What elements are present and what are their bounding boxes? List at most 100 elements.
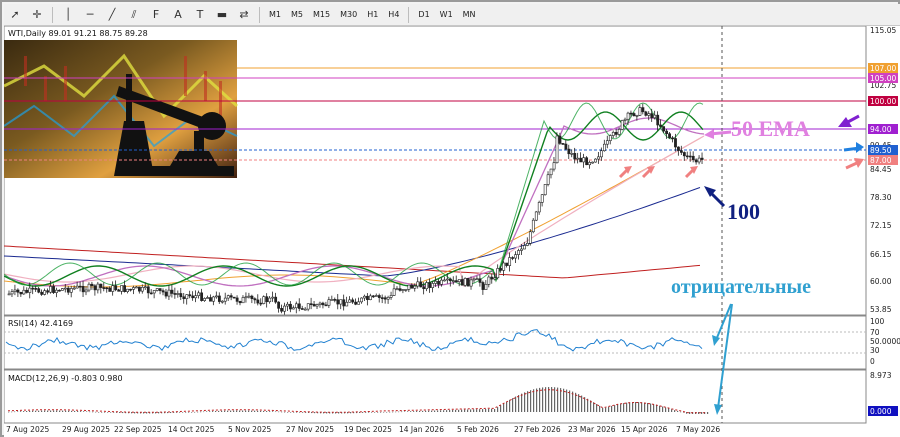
candle-body [206, 297, 209, 299]
candle-body [564, 143, 568, 150]
shapes-icon[interactable]: ▬ [211, 5, 233, 25]
price-tag: 105.00 [868, 73, 898, 83]
candle-body [351, 299, 355, 303]
macd-bar [179, 412, 181, 413]
equidistant-channel-icon[interactable]: ⫽ [123, 5, 145, 25]
macd-bar [470, 409, 472, 412]
macd-bar [266, 411, 268, 412]
macd-bar [584, 397, 586, 412]
candle-body [540, 194, 544, 203]
candle-body [475, 278, 479, 281]
macd-bar [506, 401, 508, 412]
candle-body [380, 297, 384, 299]
candle-body [96, 283, 100, 291]
macd-bar [98, 411, 100, 413]
timeframe-m15[interactable]: M15 [308, 5, 335, 25]
macd-bar [398, 411, 400, 413]
candle-body [250, 295, 254, 299]
macd-bar [95, 411, 97, 413]
timeframe-h4[interactable]: H4 [383, 5, 404, 25]
macd-bar [614, 405, 616, 412]
timeframe-w1[interactable]: W1 [435, 5, 458, 25]
candle-body [40, 291, 44, 295]
candle-body [283, 305, 286, 312]
macd-bar [275, 411, 277, 413]
rsi-header: RSI(14) 42.4169 [8, 319, 73, 328]
candle-body [114, 285, 118, 291]
fibonacci-icon[interactable]: F [145, 5, 167, 25]
candle-body [212, 296, 215, 302]
timeframe-h1[interactable]: H1 [362, 5, 383, 25]
candle-body [292, 307, 295, 310]
terminal-window: ➚ ✛ │ ─ ╱ ⫽ F A T ▬ ⇄ M1 M5 M15 M30 H1 H… [0, 0, 900, 437]
macd-bar [269, 411, 271, 412]
candle-body [348, 299, 352, 303]
price-axis-label: 115.05 [870, 26, 896, 35]
timeframe-m30[interactable]: M30 [335, 5, 362, 25]
macd-bar [479, 409, 481, 412]
candle-body [493, 277, 497, 280]
macd-bar [608, 406, 610, 412]
macd-bar [539, 387, 541, 412]
macd-bar [107, 412, 109, 413]
candle-body [13, 289, 17, 292]
candle-body [129, 288, 132, 291]
macd-bar [326, 412, 328, 414]
macd-bar [224, 410, 226, 412]
timeframe-mn[interactable]: MN [458, 5, 481, 25]
cursor-icon[interactable]: ➚ [4, 5, 26, 25]
candle-body [176, 293, 180, 295]
candle-body [256, 299, 260, 304]
candle-body [431, 283, 435, 288]
macd-bar [287, 412, 289, 413]
price-tag: 89.50 [868, 145, 898, 155]
timeframe-m5[interactable]: M5 [286, 5, 308, 25]
macd-bar [101, 412, 103, 413]
candle-body [374, 295, 378, 297]
text-icon[interactable]: A [167, 5, 189, 25]
macd-bar [260, 410, 262, 412]
macd-bar [473, 409, 475, 412]
candle-body [312, 303, 316, 307]
macd-bar [80, 411, 82, 412]
candle-body [357, 301, 360, 305]
trendline-icon[interactable]: ╱ [101, 5, 123, 25]
timeframe-m1[interactable]: M1 [264, 5, 286, 25]
candle-body [140, 286, 144, 292]
macd-bar [263, 410, 265, 412]
candle-body [223, 297, 227, 302]
macd-bar [689, 412, 691, 414]
macd-bar [650, 403, 652, 412]
macd-bar [11, 411, 13, 413]
timeframe-d1[interactable]: D1 [413, 5, 434, 25]
label-icon[interactable]: T [189, 5, 211, 25]
macd-bar [464, 409, 466, 412]
vertical-line-icon[interactable]: │ [57, 5, 79, 25]
rsi-axis-label: 30 [870, 346, 880, 355]
crosshair-icon[interactable]: ✛ [26, 5, 48, 25]
price-tag: 100.00 [868, 96, 898, 106]
rsi-axis-label: 100 [870, 317, 885, 326]
macd-bar [521, 393, 523, 412]
macd-bar [560, 388, 562, 412]
arrows-icon[interactable]: ⇄ [233, 5, 255, 25]
candle-body [404, 289, 408, 291]
candle-body [508, 257, 512, 266]
macd-bar [194, 411, 196, 413]
macd-bar [83, 411, 85, 412]
candle-body [469, 279, 473, 287]
chart-window[interactable]: WTI,Daily 89.01 91.21 88.75 89.28 115.05… [3, 25, 900, 437]
macd-bar [419, 410, 421, 412]
macd-bar [284, 411, 286, 413]
macd-bar [494, 409, 496, 412]
rsi-axis-label: 50.0000 [870, 337, 900, 346]
candle-body [262, 296, 266, 304]
macd-bar [365, 412, 367, 413]
horizontal-line-icon[interactable]: ─ [79, 5, 101, 25]
candle-body [398, 288, 402, 291]
chart-canvas[interactable]: WTI,Daily 89.01 91.21 88.75 89.28 115.05… [3, 25, 900, 437]
macd-bar [653, 404, 655, 412]
macd-bar [422, 410, 424, 412]
candle-body [594, 158, 597, 163]
candle-body [561, 143, 565, 145]
